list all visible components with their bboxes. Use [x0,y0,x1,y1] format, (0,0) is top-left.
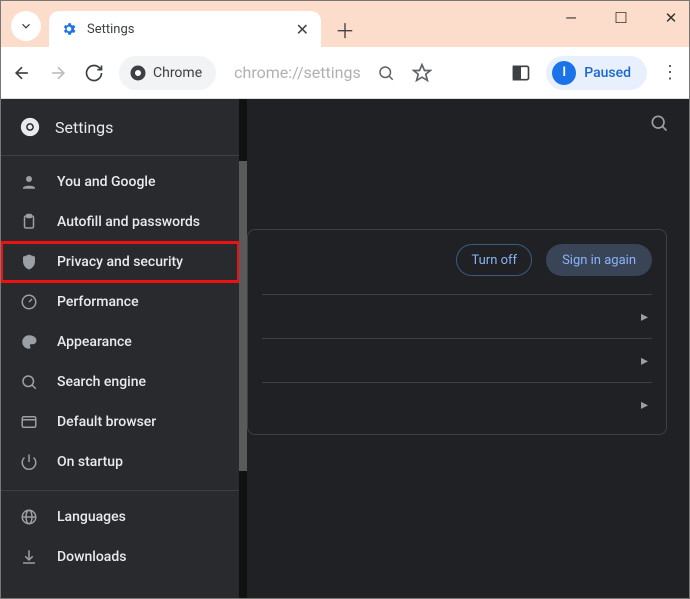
sidebar-item-autofill[interactable]: Autofill and passwords [1,202,239,242]
sidebar-item-search-engine[interactable]: Search engine [1,362,239,402]
sidebar-item-label: You and Google [57,174,155,190]
reload-button[interactable] [83,62,105,84]
card-row[interactable]: ▸ [262,294,652,338]
download-icon [19,547,39,567]
chevron-right-icon: ▸ [641,309,648,325]
sidebar-wrap: Settings You and Google Autofill and pas… [1,99,247,598]
sidebar-item-label: On startup [57,454,123,470]
tab-search-button[interactable] [11,11,41,41]
power-icon [19,452,39,472]
chevron-right-icon: ▸ [641,397,648,413]
sidebar-item-label: Privacy and security [57,254,183,270]
chrome-logo-icon [129,64,147,82]
paused-label: Paused [584,65,631,81]
sign-in-again-button[interactable]: Sign in again [546,244,652,276]
settings-search-button[interactable] [649,113,669,133]
sidebar-item-label: Downloads [57,549,126,565]
sidebar-item-label: Search engine [57,374,146,390]
omnibox-site-chip[interactable]: Chrome [119,56,216,90]
shield-icon [19,252,39,272]
globe-icon [19,507,39,527]
clipboard-icon [19,212,39,232]
sidebar-item-languages[interactable]: Languages [1,497,239,537]
bookmark-star-icon[interactable] [411,62,433,84]
sidebar-item-label: Languages [57,509,126,525]
settings-content: Settings You and Google Autofill and pas… [1,99,689,598]
omnibox-url[interactable]: chrome://settings [234,63,361,82]
card-row[interactable]: ▸ [262,338,652,382]
zoom-icon[interactable] [375,62,397,84]
speedometer-icon [19,292,39,312]
close-window-button[interactable]: ✕ [659,9,683,27]
sidebar-item-privacy-security[interactable]: Privacy and security [1,242,239,282]
tab-strip: Settings ✕ ＋ — ☐ ✕ [1,1,689,47]
sidebar-item-label: Default browser [57,414,156,430]
palette-icon [19,332,39,352]
settings-sidebar: Settings You and Google Autofill and pas… [1,99,239,598]
browser-icon [19,412,39,432]
sidebar-item-label: Performance [57,294,139,310]
button-label: Sign in again [562,253,636,268]
back-button[interactable] [11,62,33,84]
chrome-menu-button[interactable]: ⋮ [661,62,679,83]
side-panel-icon[interactable] [510,62,532,84]
card-row[interactable]: ▸ [262,382,652,426]
sidebar-item-performance[interactable]: Performance [1,282,239,322]
button-label: Turn off [471,253,517,268]
toolbar: Chrome chrome://settings I Paused ⋮ [1,47,689,99]
sidebar-title: Settings [55,118,113,137]
sidebar-item-appearance[interactable]: Appearance [1,322,239,362]
browser-tab[interactable]: Settings ✕ [49,11,321,47]
sidebar-scrollbar-thumb[interactable] [239,161,247,471]
minimize-button[interactable]: — [559,9,583,27]
sidebar-item-you-and-google[interactable]: You and Google [1,162,239,202]
sidebar-item-on-startup[interactable]: On startup [1,442,239,482]
person-icon [19,172,39,192]
forward-button[interactable] [47,62,69,84]
sidebar-item-downloads[interactable]: Downloads [1,537,239,577]
settings-main: Turn off Sign in again ▸ ▸ ▸ [247,99,689,598]
sidebar-item-label: Autofill and passwords [57,214,200,230]
gear-icon [61,21,77,37]
window-controls: — ☐ ✕ [559,9,683,27]
new-tab-button[interactable]: ＋ [329,13,361,45]
close-icon[interactable]: ✕ [296,20,309,39]
turn-off-button[interactable]: Turn off [456,244,532,276]
chevron-right-icon: ▸ [641,353,648,369]
sidebar-item-default-browser[interactable]: Default browser [1,402,239,442]
omnibox-chip-label: Chrome [153,65,202,81]
search-icon [19,372,39,392]
profile-paused-chip[interactable]: I Paused [546,56,647,90]
chrome-logo-icon [19,116,41,138]
maximize-button[interactable]: ☐ [609,9,633,27]
sync-card: Turn off Sign in again ▸ ▸ ▸ [247,229,667,435]
sidebar-header: Settings [1,99,239,155]
tab-title: Settings [87,22,134,37]
profile-avatar: I [552,61,576,85]
sidebar-item-label: Appearance [57,334,132,350]
